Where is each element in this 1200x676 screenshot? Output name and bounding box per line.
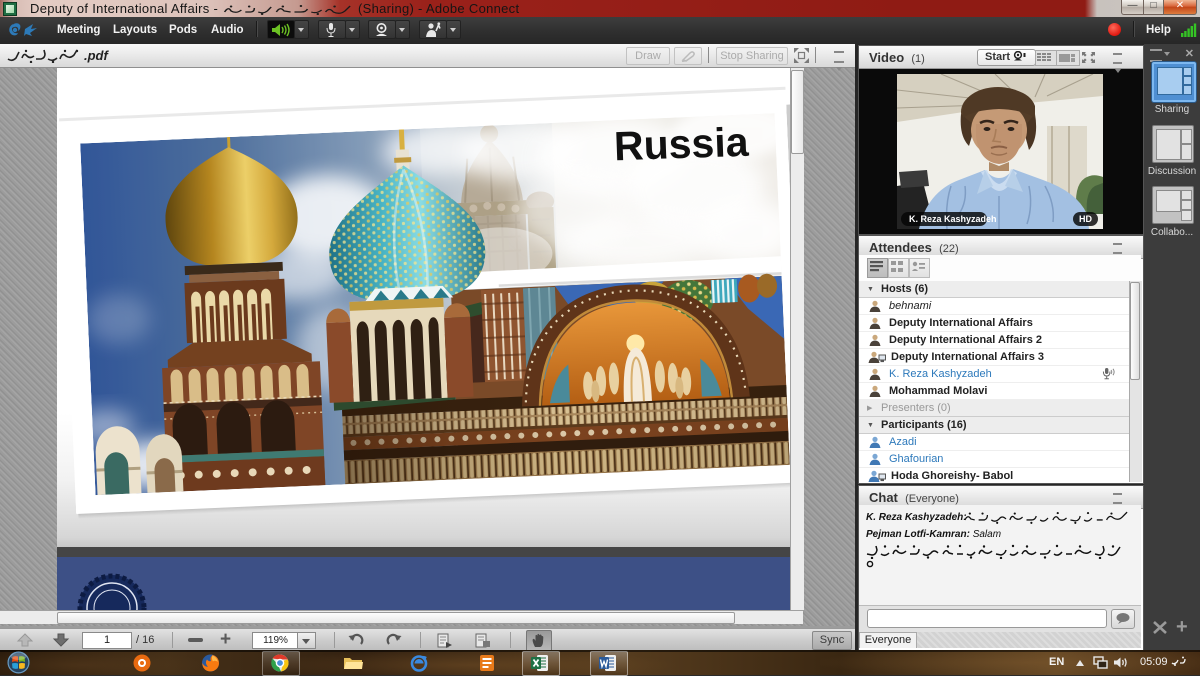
svg-text:K. Reza Kashyzadeh: K. Reza Kashyzadeh (909, 214, 997, 224)
svg-text:HD: HD (1079, 214, 1092, 224)
